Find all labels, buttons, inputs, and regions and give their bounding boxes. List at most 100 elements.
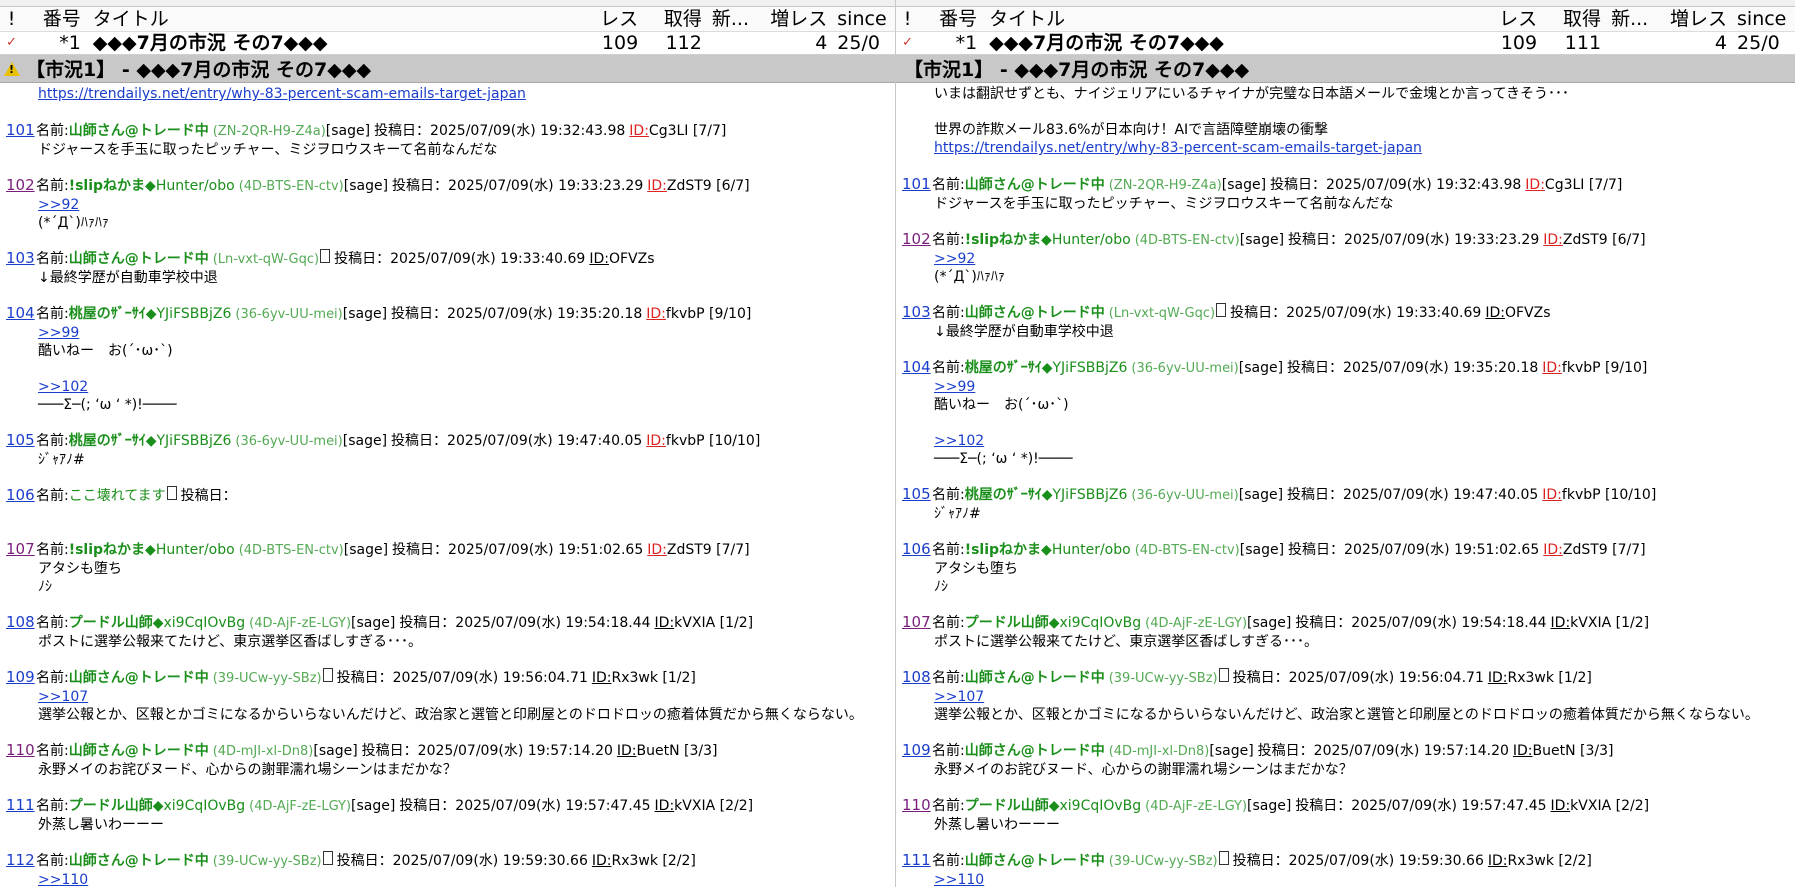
col-mark-header[interactable]: ! <box>0 8 23 30</box>
col-num-header[interactable]: 番号 <box>23 8 87 30</box>
post-number[interactable]: 102 <box>896 230 932 248</box>
col-get-header[interactable]: 取得 <box>644 8 708 30</box>
id-link[interactable]: ID: <box>655 797 675 815</box>
post-number[interactable]: 107 <box>896 613 932 631</box>
poster-name: 山師さん@トレード中 <box>68 743 209 759</box>
thread-tab[interactable]: 【市況1】 - ◆◆◆7月の市況 その7◆◆◆ <box>0 55 895 83</box>
reply-anchor-line: >>102 <box>896 432 1795 450</box>
thread-tab-title: 【市況1】 - ◆◆◆7月の市況 その7◆◆◆ <box>26 59 372 81</box>
poster-name: !slipねかま◆ <box>964 232 1052 248</box>
id-link[interactable]: ID: <box>647 177 667 195</box>
col-res-header[interactable]: レス <box>579 8 645 30</box>
thread-tab[interactable]: 【市況1】 - ◆◆◆7月の市況 その7◆◆◆ <box>896 55 1795 83</box>
reply-anchor[interactable]: >>107 <box>38 689 88 705</box>
col-inc-header[interactable]: 増レス <box>1659 8 1733 30</box>
poster-code: (ZN-2QR-H9-Z4a) <box>212 124 326 139</box>
article-link[interactable]: https://trendailys.net/entry/why-83-perc… <box>934 140 1422 156</box>
reply-anchor[interactable]: >>92 <box>38 197 79 213</box>
post-number[interactable]: 104 <box>896 358 932 376</box>
thread-row[interactable]: ✓ *1 ◆◆◆7月の市況 その7◆◆◆ 109 111 4 25/0 <box>896 32 1795 55</box>
id-link[interactable]: ID: <box>647 541 667 559</box>
post: 109 名前: 山師さん@トレード中 (4D-mJI-xl-Dn8) [sage] 投稿日… <box>896 741 1795 779</box>
post: 106 名前: ここ壊れてます 投稿日： <box>0 486 895 523</box>
id-link[interactable]: ID: <box>1488 852 1508 870</box>
id-link[interactable]: ID: <box>1542 359 1562 377</box>
poster-code: (39-UCw-yy-SBz) <box>1108 854 1218 869</box>
id-link[interactable]: ID: <box>646 305 666 323</box>
post-number[interactable]: 107 <box>0 540 36 558</box>
post-date: 投稿日：2025/07/09(水) 19:33:40.69 <box>334 251 586 267</box>
id-link[interactable]: ID: <box>655 614 675 632</box>
col-mark-header[interactable]: ! <box>896 8 919 30</box>
post-body-line: ｼﾞｬｱﾉ# <box>38 452 85 468</box>
id-link[interactable]: ID: <box>592 852 612 870</box>
post-number[interactable]: 111 <box>896 851 932 869</box>
post-number[interactable]: 102 <box>0 176 36 194</box>
post-number[interactable]: 109 <box>0 668 36 686</box>
poster-code: (4D-mJI-xl-Dn8) <box>212 744 314 759</box>
reply-anchor[interactable]: >>107 <box>934 689 984 705</box>
id-link[interactable]: ID: <box>1525 176 1545 194</box>
post-number[interactable]: 106 <box>0 486 36 504</box>
post: 107 名前: プードル山師◆ xi9CqIOvBg (4D-AjF-zE-LGY) [s… <box>896 613 1795 651</box>
post-number[interactable]: 110 <box>0 741 36 759</box>
post-body-line: (*´Д`)ﾊｧﾊｧ <box>934 269 1005 285</box>
reply-anchor[interactable]: >>102 <box>38 379 88 395</box>
col-num-header[interactable]: 番号 <box>919 8 983 30</box>
post: 107 名前: !slipねかま◆ Hunter/obo (4D-BTS-EN-ctv)… <box>0 540 895 596</box>
id-link[interactable]: ID: <box>1551 614 1571 632</box>
id-link[interactable]: ID: <box>1488 669 1508 687</box>
id-link[interactable]: ID: <box>589 250 609 268</box>
col-new-header[interactable]: 新... <box>708 8 760 30</box>
col-res-header[interactable]: レス <box>1477 8 1543 30</box>
post-number[interactable]: 112 <box>0 851 36 869</box>
id-link[interactable]: ID: <box>646 432 666 450</box>
post-number[interactable]: 110 <box>896 796 932 814</box>
id-link[interactable]: ID: <box>1543 231 1563 249</box>
id-link[interactable]: ID: <box>1542 486 1562 504</box>
id-link[interactable]: ID: <box>1551 797 1571 815</box>
poster-name: 山師さん@トレード中 <box>964 853 1105 869</box>
post-number[interactable]: 104 <box>0 304 36 322</box>
reply-anchor[interactable]: >>99 <box>934 379 975 395</box>
col-since-header[interactable]: since <box>1733 8 1795 30</box>
col-inc-header[interactable]: 増レス <box>760 8 833 30</box>
post-body-line <box>0 505 895 523</box>
id-link[interactable]: ID: <box>1543 541 1563 559</box>
id-link[interactable]: ID: <box>1513 742 1533 760</box>
id-link[interactable]: ID: <box>1485 304 1505 322</box>
reply-anchor[interactable]: >>102 <box>934 433 984 449</box>
pre-url-line: https://trendailys.net/entry/why-83-perc… <box>0 85 895 103</box>
col-since-header[interactable]: since <box>833 8 895 30</box>
poster-trip: Hunter/obo <box>155 542 235 558</box>
id-link[interactable]: ID: <box>629 122 649 140</box>
poster-code: (Ln-vxt-qW-Gqc) <box>212 252 320 267</box>
reply-anchor[interactable]: >>99 <box>38 325 79 341</box>
post-number[interactable]: 111 <box>0 796 36 814</box>
reply-anchor[interactable]: >>110 <box>38 872 88 887</box>
poster-trip: YJiFSBBjZ6 <box>156 306 232 322</box>
article-link[interactable]: https://trendailys.net/entry/why-83-perc… <box>38 86 526 102</box>
post-number[interactable]: 101 <box>0 121 36 139</box>
post-number[interactable]: 105 <box>0 431 36 449</box>
reply-anchor[interactable]: >>92 <box>934 251 975 267</box>
post-number[interactable]: 108 <box>896 668 932 686</box>
thread-row[interactable]: ✓ *1 ◆◆◆7月の市況 その7◆◆◆ 109 112 4 25/0 <box>0 32 895 55</box>
post-number[interactable]: 101 <box>896 175 932 193</box>
post-number[interactable]: 108 <box>0 613 36 631</box>
post-number[interactable]: 103 <box>0 249 36 267</box>
post-date: 投稿日： <box>180 488 237 504</box>
post-number[interactable]: 106 <box>896 540 932 558</box>
post-number[interactable]: 103 <box>896 303 932 321</box>
reply-anchor[interactable]: >>110 <box>934 872 984 887</box>
col-title-header[interactable]: タイトル <box>983 8 1477 30</box>
id-link[interactable]: ID: <box>617 742 637 760</box>
col-get-header[interactable]: 取得 <box>1543 8 1607 30</box>
id-link[interactable]: ID: <box>592 669 612 687</box>
post-number[interactable]: 105 <box>896 485 932 503</box>
col-title-header[interactable]: タイトル <box>87 8 579 30</box>
name-label: 名前: <box>932 177 965 193</box>
col-new-header[interactable]: 新... <box>1607 8 1659 30</box>
poster-code: (36-6yv-UU-mei) <box>235 307 343 322</box>
post-number[interactable]: 109 <box>896 741 932 759</box>
